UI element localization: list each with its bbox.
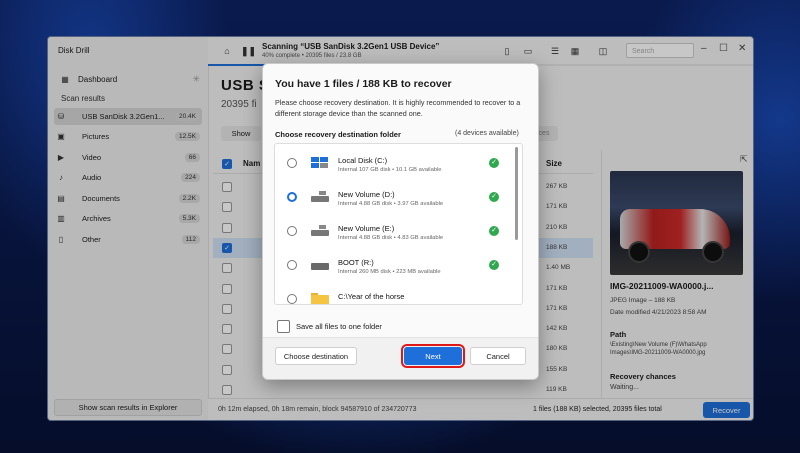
check-icon: ✓: [489, 226, 499, 236]
device-radio[interactable]: [287, 158, 297, 168]
drive-icon: [311, 225, 329, 236]
recovery-destination-dialog: You have 1 files / 188 KB to recover Ple…: [262, 63, 539, 380]
choose-destination-heading: Choose recovery destination folder: [275, 130, 401, 139]
cancel-button[interactable]: Cancel: [470, 347, 526, 365]
device-name: BOOT (R:): [338, 258, 374, 267]
save-all-checkbox[interactable]: [277, 320, 290, 333]
device-details: Internal 107 GB disk • 10.1 GB available: [338, 167, 442, 173]
device-name: New Volume (D:): [338, 190, 395, 199]
dialog-footer: Choose destination Next Cancel: [263, 337, 538, 379]
windows-drive-icon: [311, 157, 328, 168]
device-option-d[interactable]: New Volume (D:) Internal 4.88 GB disk • …: [275, 181, 515, 215]
folder-option[interactable]: C:\Year of the horse: [275, 283, 515, 304]
device-radio-selected[interactable]: [287, 192, 297, 202]
folder-icon: [311, 293, 329, 304]
device-name: C:\Year of the horse: [338, 292, 405, 301]
device-details: Internal 260 MB disk • 223 MB available: [338, 269, 441, 275]
device-details: Internal 4.88 GB disk • 3.97 GB availabl…: [338, 201, 444, 207]
list-scrollbar[interactable]: [515, 147, 518, 240]
device-radio[interactable]: [287, 226, 297, 236]
check-icon: ✓: [489, 158, 499, 168]
device-name: Local Disk (C:): [338, 156, 388, 165]
device-radio[interactable]: [287, 294, 297, 304]
check-icon: ✓: [489, 260, 499, 270]
drive-icon: [311, 191, 329, 202]
choose-destination-button[interactable]: Choose destination: [275, 347, 357, 365]
device-name: New Volume (E:): [338, 224, 395, 233]
device-option-r[interactable]: BOOT (R:) Internal 260 MB disk • 223 MB …: [275, 249, 515, 283]
devices-available-count: (4 devices available): [455, 130, 519, 137]
dialog-description: Please choose recovery destination. It i…: [275, 98, 521, 118]
next-button[interactable]: Next: [401, 344, 465, 368]
drive-icon: [311, 263, 329, 270]
device-option-e[interactable]: New Volume (E:) Internal 4.88 GB disk • …: [275, 215, 515, 249]
dialog-title: You have 1 files / 188 KB to recover: [275, 78, 452, 90]
device-details: Internal 4.88 GB disk • 4.83 GB availabl…: [338, 235, 444, 241]
save-all-label: Save all files to one folder: [296, 322, 382, 331]
device-option-c[interactable]: Local Disk (C:) Internal 107 GB disk • 1…: [275, 147, 515, 181]
destination-list: Local Disk (C:) Internal 107 GB disk • 1…: [274, 143, 523, 305]
device-radio[interactable]: [287, 260, 297, 270]
check-icon: ✓: [489, 192, 499, 202]
save-all-option[interactable]: Save all files to one folder: [277, 320, 382, 333]
